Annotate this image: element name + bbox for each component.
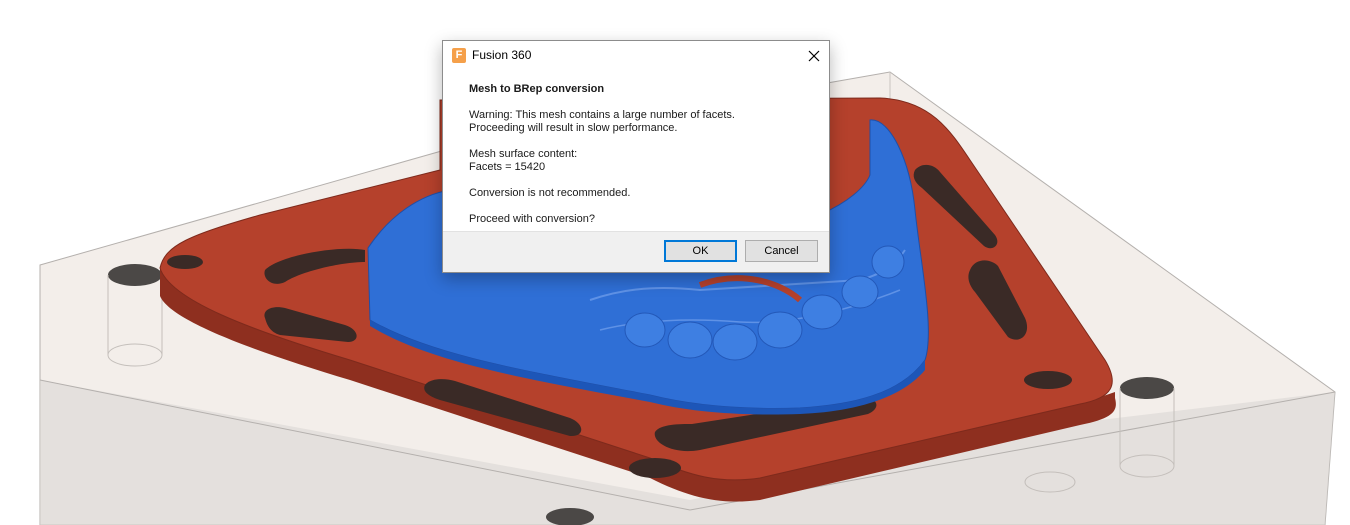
warning-line-1: Warning: This mesh contains a large numb… xyxy=(469,109,735,121)
cancel-button[interactable]: Cancel xyxy=(745,240,818,262)
mesh-content-label: Mesh surface content: xyxy=(469,148,578,160)
close-button[interactable] xyxy=(799,41,829,71)
dialog-content: Mesh to BRep conversion Warning: This me… xyxy=(469,83,809,226)
dialog-heading: Mesh to BRep conversion xyxy=(469,83,605,95)
ok-button[interactable]: OK xyxy=(664,240,737,262)
plate-hole xyxy=(1024,371,1072,389)
dialog-title: Fusion 360 xyxy=(472,48,532,62)
close-icon xyxy=(808,50,820,62)
stock-hole xyxy=(108,264,162,286)
mesh-conversion-dialog: F Fusion 360 Mesh to BRep conversion War… xyxy=(442,40,830,273)
proceed-question: Proceed with conversion? xyxy=(469,213,595,225)
fusion-360-app-icon: F xyxy=(452,48,466,63)
dialog-footer: OK Cancel xyxy=(443,231,829,272)
recommendation-text: Conversion is not recommended. xyxy=(469,187,631,199)
stock-hole xyxy=(1120,377,1174,399)
warning-line-2: Proceeding will result in slow performan… xyxy=(469,122,678,134)
plate-hole xyxy=(629,458,681,478)
dialog-titlebar[interactable]: F Fusion 360 xyxy=(443,41,829,71)
plate-hole xyxy=(167,255,203,269)
facets-count: Facets = 15420 xyxy=(469,161,546,173)
